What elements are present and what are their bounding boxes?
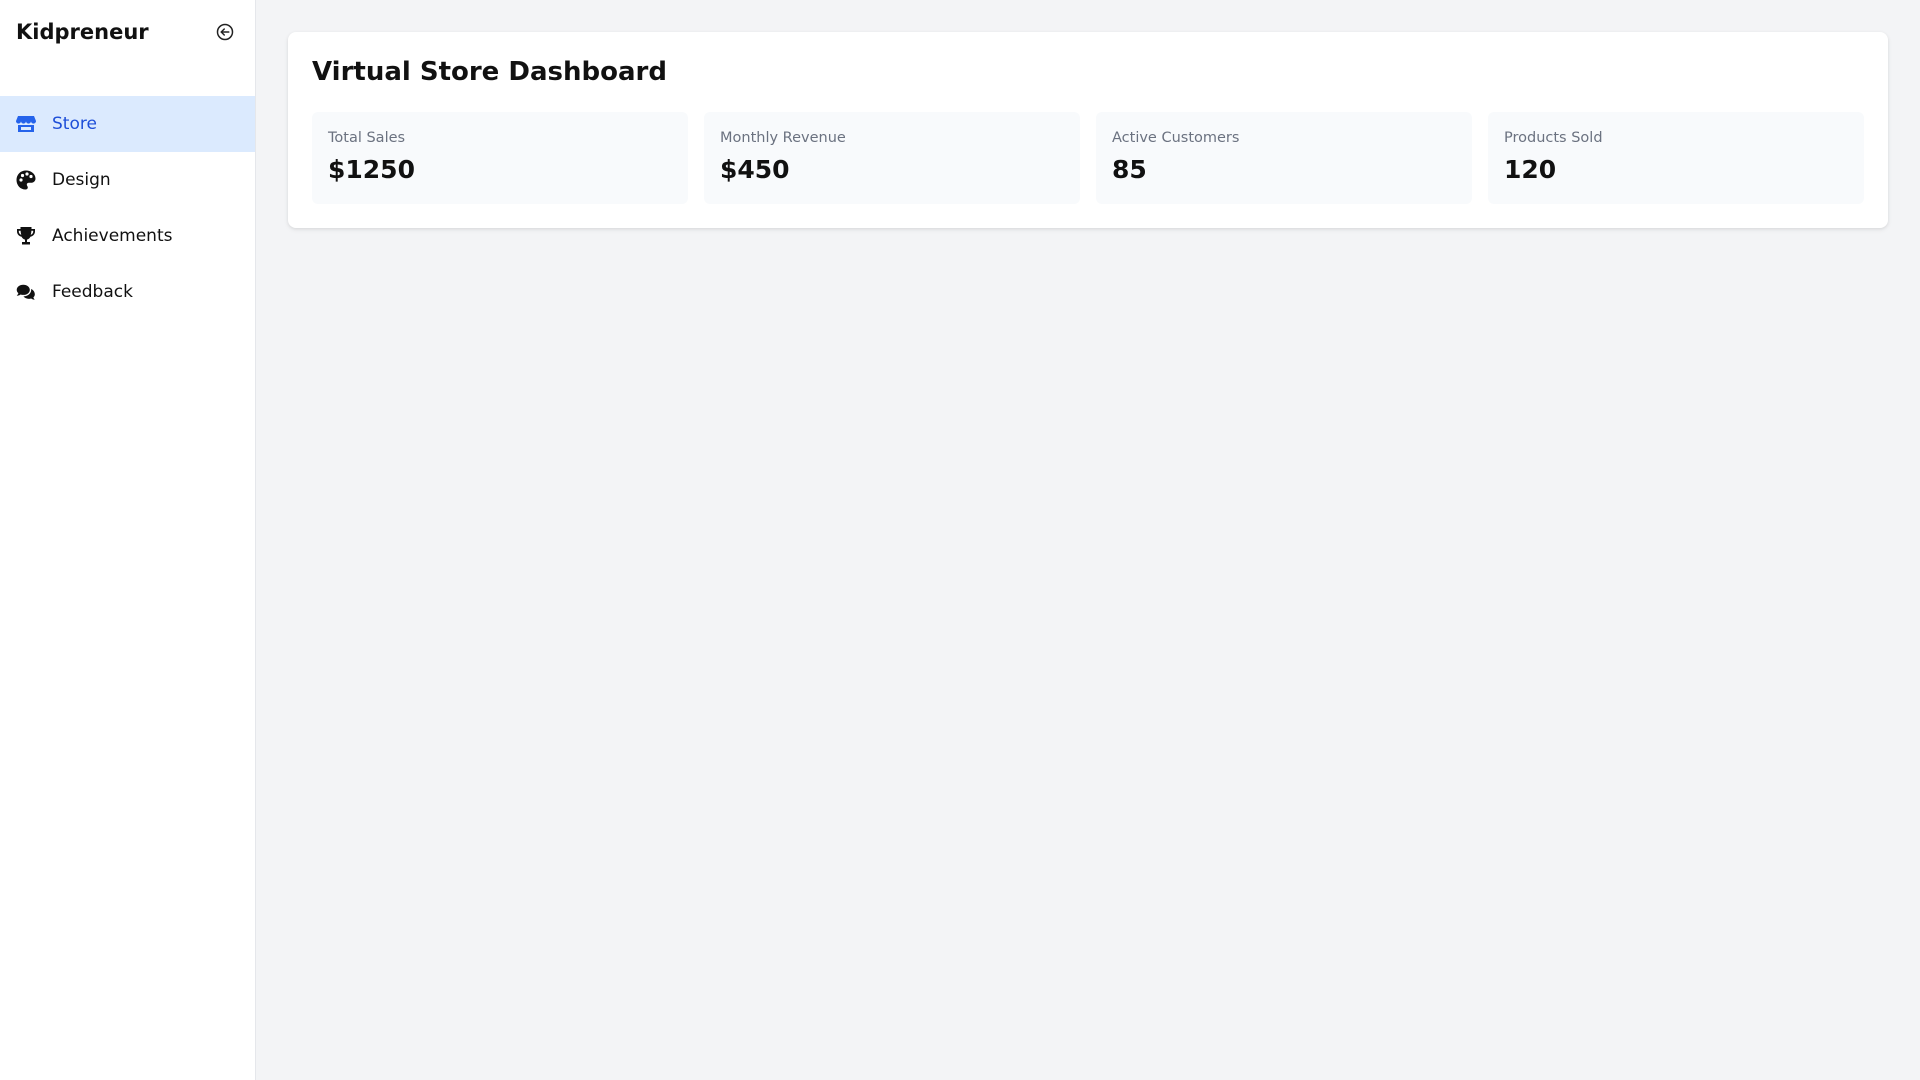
page-title: Virtual Store Dashboard bbox=[312, 57, 667, 87]
brand-title: Kidpreneur bbox=[16, 20, 149, 44]
collapse-sidebar-button[interactable] bbox=[211, 18, 239, 46]
sidebar-item-label: Achievements bbox=[52, 226, 173, 246]
stat-value: 120 bbox=[1504, 155, 1557, 184]
stats-row: Total Sales $1250 Monthly Revenue $450 A… bbox=[312, 112, 1864, 204]
stat-card-monthly-revenue: Monthly Revenue $450 bbox=[704, 112, 1080, 204]
sidebar-item-label: Feedback bbox=[52, 282, 133, 302]
dashboard-panel: Virtual Store Dashboard Total Sales $125… bbox=[288, 32, 1888, 228]
trophy-icon bbox=[16, 226, 36, 246]
stat-label: Products Sold bbox=[1504, 130, 1603, 146]
sidebar-item-store[interactable]: Store bbox=[0, 96, 255, 152]
stat-value: 85 bbox=[1112, 155, 1147, 184]
stat-label: Monthly Revenue bbox=[720, 130, 846, 146]
sidebar-item-label: Design bbox=[52, 170, 111, 190]
sidebar-item-label: Store bbox=[52, 114, 97, 134]
stat-label: Active Customers bbox=[1112, 130, 1240, 146]
sidebar: Kidpreneur Store Design Achievements Fee… bbox=[0, 0, 256, 1080]
sidebar-item-feedback[interactable]: Feedback bbox=[0, 264, 255, 320]
comments-icon bbox=[16, 282, 36, 302]
sidebar-item-achievements[interactable]: Achievements bbox=[0, 208, 255, 264]
sidebar-header: Kidpreneur bbox=[0, 0, 255, 64]
sidebar-item-design[interactable]: Design bbox=[0, 152, 255, 208]
palette-icon bbox=[16, 170, 36, 190]
main-content: Virtual Store Dashboard Total Sales $125… bbox=[256, 0, 1920, 1080]
stat-card-total-sales: Total Sales $1250 bbox=[312, 112, 688, 204]
sidebar-nav: Store Design Achievements Feedback bbox=[0, 96, 255, 320]
app-root: Kidpreneur Store Design Achievements Fee… bbox=[0, 0, 1920, 1080]
store-icon bbox=[16, 114, 36, 134]
collapse-left-icon bbox=[216, 23, 234, 41]
stat-value: $450 bbox=[720, 155, 790, 184]
stat-value: $1250 bbox=[328, 155, 415, 184]
stat-card-products-sold: Products Sold 120 bbox=[1488, 112, 1864, 204]
stat-label: Total Sales bbox=[328, 130, 406, 146]
stat-card-active-customers: Active Customers 85 bbox=[1096, 112, 1472, 204]
